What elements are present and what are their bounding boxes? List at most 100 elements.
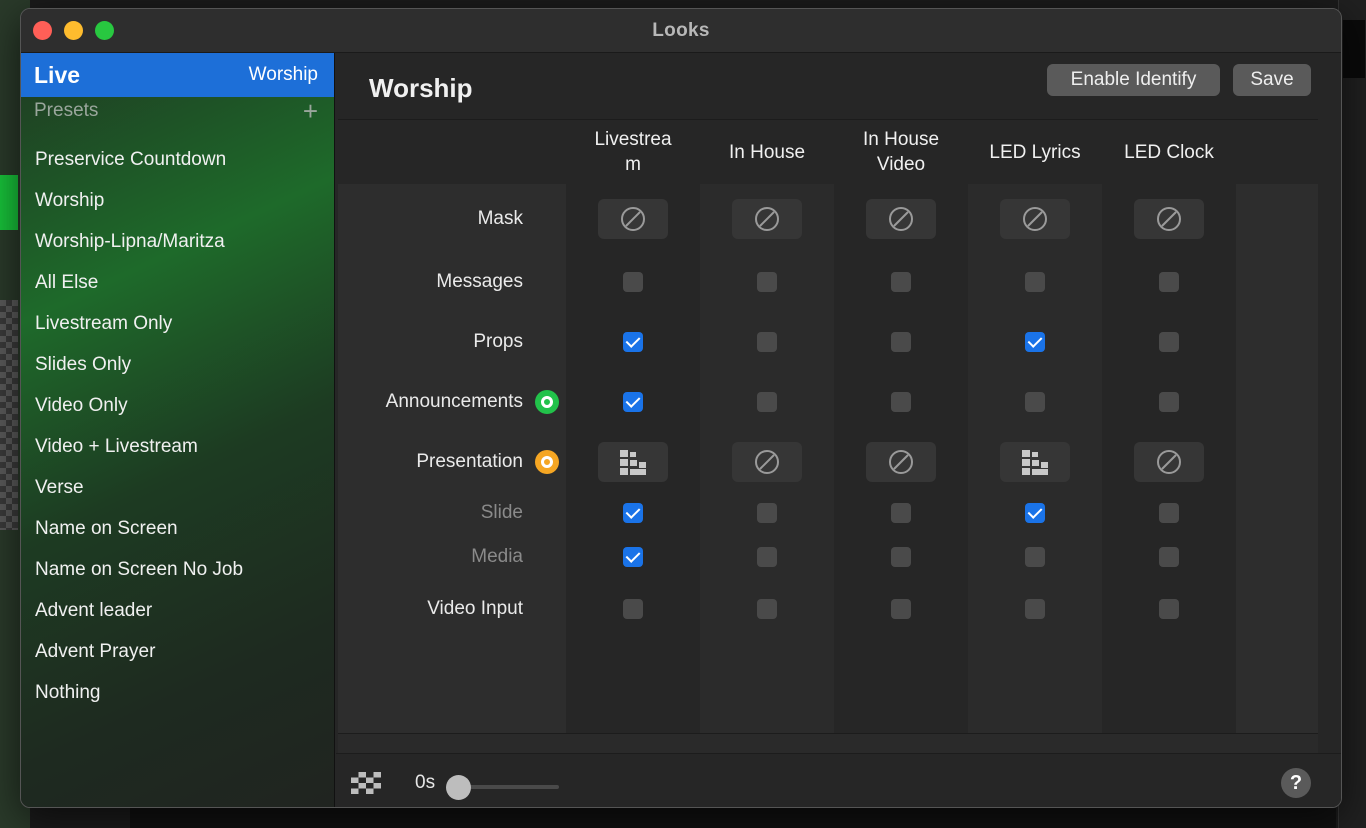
prohibited-tile[interactable] — [866, 199, 936, 239]
grid-cell — [968, 332, 1102, 352]
prohibited-tile[interactable] — [866, 442, 936, 482]
layer-status-icon[interactable] — [535, 450, 559, 474]
live-label: Live — [34, 61, 81, 88]
grid-cell — [834, 392, 968, 412]
checkbox-unchecked[interactable] — [1159, 599, 1179, 619]
grid-cell — [1102, 599, 1236, 619]
checkbox-unchecked[interactable] — [757, 332, 777, 352]
preset-item[interactable]: Video Only — [21, 385, 334, 426]
preset-item[interactable]: Name on Screen — [21, 508, 334, 549]
grid-cell — [1102, 272, 1236, 292]
checkbox-unchecked[interactable] — [891, 392, 911, 412]
grid-cell — [700, 392, 834, 412]
preset-item[interactable]: Worship — [21, 180, 334, 221]
preset-item[interactable]: Advent Prayer — [21, 631, 334, 672]
background-green-block — [0, 175, 18, 230]
grid-cell — [566, 442, 700, 482]
preset-list: Preservice Countdown Worship Worship-Lipna… — [21, 125, 334, 713]
horizontal-scrollbar[interactable] — [338, 733, 1318, 755]
grid-cell — [566, 547, 700, 567]
title-bar[interactable]: Looks — [21, 9, 1341, 53]
layers-tile[interactable] — [1000, 442, 1070, 482]
checkbox-unchecked[interactable] — [1025, 272, 1045, 292]
checkbox-checked[interactable] — [1025, 332, 1045, 352]
grid-cell — [1102, 332, 1236, 352]
layer-status-icon[interactable] — [535, 390, 559, 414]
prohibited-icon — [889, 450, 913, 474]
checkerboard-icon[interactable] — [351, 772, 381, 794]
checkbox-checked[interactable] — [623, 332, 643, 352]
look-title: Worship — [369, 73, 473, 103]
grid-cell — [566, 599, 700, 619]
zoom-window-button[interactable] — [95, 21, 114, 40]
preset-item[interactable]: Preservice Countdown — [21, 139, 334, 180]
checkbox-unchecked[interactable] — [757, 272, 777, 292]
checkbox-unchecked[interactable] — [891, 599, 911, 619]
preset-item[interactable]: Advent leader — [21, 590, 334, 631]
presets-header: Presets + — [21, 97, 334, 125]
checkbox-unchecked[interactable] — [1025, 547, 1045, 567]
transition-slider-thumb[interactable] — [446, 775, 471, 800]
preset-item[interactable]: Worship-Lipna/Maritza — [21, 221, 334, 262]
live-look-row[interactable]: Live Worship — [21, 53, 334, 97]
prohibited-tile[interactable] — [1000, 199, 1070, 239]
presets-label: Presets — [34, 100, 99, 121]
preset-item[interactable]: Slides Only — [21, 344, 334, 385]
checkbox-unchecked[interactable] — [1159, 392, 1179, 412]
window-title: Looks — [652, 19, 710, 41]
checkbox-unchecked[interactable] — [1159, 272, 1179, 292]
checkbox-unchecked[interactable] — [891, 272, 911, 292]
prohibited-tile[interactable] — [1134, 199, 1204, 239]
preset-item[interactable]: Video + Livestream — [21, 426, 334, 467]
checkbox-unchecked[interactable] — [757, 503, 777, 523]
checkbox-checked[interactable] — [623, 547, 643, 567]
grid-cell — [700, 599, 834, 619]
prohibited-tile[interactable] — [598, 199, 668, 239]
checkbox-unchecked[interactable] — [891, 547, 911, 567]
grid-cell — [700, 199, 834, 239]
prohibited-icon — [621, 207, 645, 231]
checkbox-unchecked[interactable] — [757, 599, 777, 619]
preset-item[interactable]: Verse — [21, 467, 334, 508]
grid-cell — [834, 442, 968, 482]
grid-cell — [968, 503, 1102, 523]
prohibited-tile[interactable] — [1134, 442, 1204, 482]
layers-tile[interactable] — [598, 442, 668, 482]
checkbox-checked[interactable] — [623, 503, 643, 523]
close-window-button[interactable] — [33, 21, 52, 40]
help-button[interactable]: ? — [1281, 768, 1311, 798]
checkbox-unchecked[interactable] — [623, 272, 643, 292]
checkbox-unchecked[interactable] — [623, 599, 643, 619]
preset-item[interactable]: Nothing — [21, 672, 334, 713]
grid-cell — [566, 199, 700, 239]
checkbox-unchecked[interactable] — [1159, 332, 1179, 352]
column-header: In House Video — [862, 129, 940, 175]
grid-cell — [834, 272, 968, 292]
row-labels: Mask Messages Props Announcements Presentati… — [338, 120, 523, 733]
preset-item[interactable]: Name on Screen No Job — [21, 549, 334, 590]
save-button[interactable]: Save — [1233, 64, 1311, 96]
prohibited-tile[interactable] — [732, 199, 802, 239]
enable-identify-button[interactable]: Enable Identify — [1047, 64, 1220, 96]
preset-item[interactable]: All Else — [21, 262, 334, 303]
checkbox-unchecked[interactable] — [1159, 503, 1179, 523]
checkbox-unchecked[interactable] — [891, 332, 911, 352]
checkbox-unchecked[interactable] — [757, 547, 777, 567]
add-preset-icon[interactable]: + — [303, 98, 318, 124]
checkbox-unchecked[interactable] — [891, 503, 911, 523]
checkbox-checked[interactable] — [623, 392, 643, 412]
checkbox-unchecked[interactable] — [1025, 392, 1045, 412]
checkbox-checked[interactable] — [1025, 503, 1045, 523]
grid-cell — [566, 332, 700, 352]
preset-item[interactable]: Livestream Only — [21, 303, 334, 344]
minimize-window-button[interactable] — [64, 21, 83, 40]
transition-time: 0s — [415, 772, 436, 793]
checkbox-unchecked[interactable] — [1025, 599, 1045, 619]
checkbox-unchecked[interactable] — [757, 392, 777, 412]
vertical-scrollbar[interactable] — [1318, 119, 1341, 733]
window-controls — [33, 21, 114, 40]
checkbox-unchecked[interactable] — [1159, 547, 1179, 567]
prohibited-tile[interactable] — [732, 442, 802, 482]
grid-cell — [968, 199, 1102, 239]
grid-cell — [700, 332, 834, 352]
